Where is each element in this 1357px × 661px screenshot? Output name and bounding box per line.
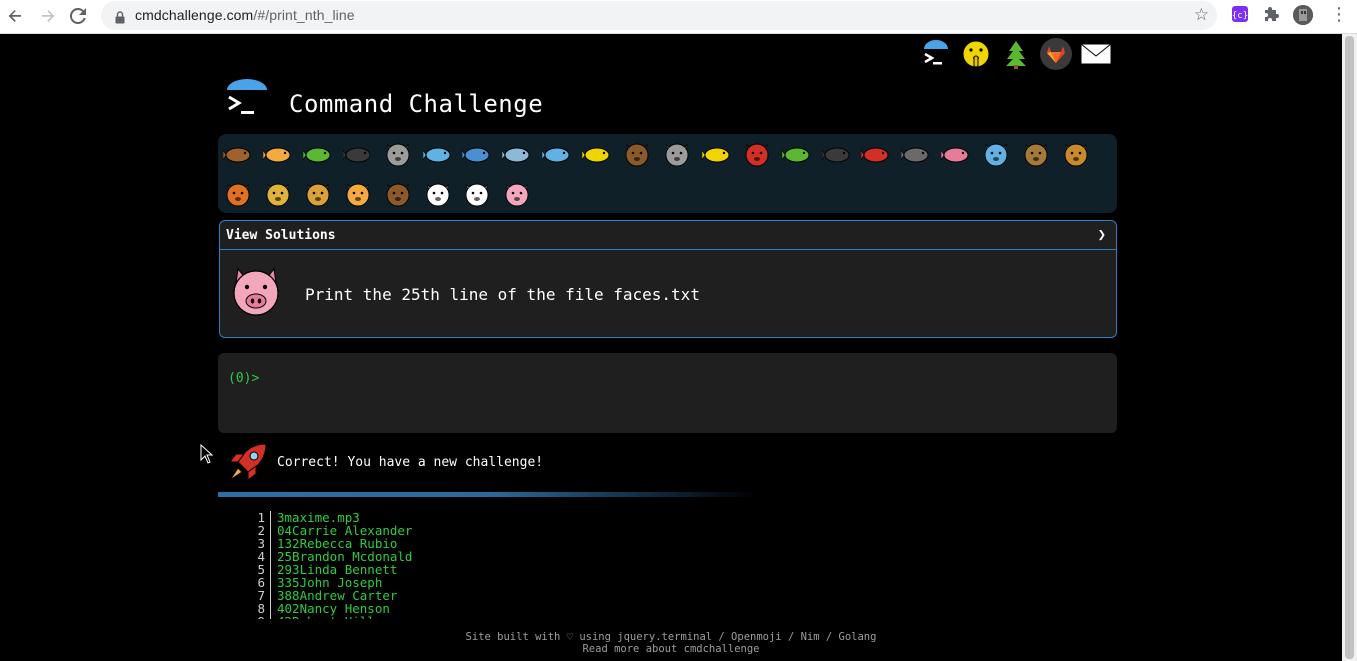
url-path: /#/print_nth_line xyxy=(253,7,355,23)
footer-about-link[interactable]: Read more about cmdchallenge xyxy=(0,643,1342,655)
mail-icon[interactable] xyxy=(1080,38,1112,70)
ladybug-icon[interactable] xyxy=(740,137,774,171)
tropical-fish-icon[interactable] xyxy=(580,137,614,171)
unicorn-icon[interactable] xyxy=(421,177,455,211)
dolphin-icon[interactable] xyxy=(500,137,534,171)
rocket-icon xyxy=(226,442,268,484)
terminal-prompt: (0)> xyxy=(228,371,260,386)
microbe-icon[interactable] xyxy=(979,137,1013,171)
header-links xyxy=(920,38,1112,70)
fox-icon[interactable] xyxy=(221,177,255,211)
back-arrow-icon[interactable] xyxy=(3,4,27,28)
forward-arrow-icon[interactable] xyxy=(36,4,60,28)
ant-icon[interactable] xyxy=(341,137,375,171)
scrollbar-thumb[interactable] xyxy=(1345,36,1354,659)
dog-icon[interactable] xyxy=(1059,137,1093,171)
line-number: 9 xyxy=(246,615,271,619)
extension-icon[interactable]: {c} xyxy=(1232,6,1248,22)
output-line: 942Robert Hill xyxy=(246,615,646,619)
challenge-description: Print the 25th line of the file faces.tx… xyxy=(305,285,700,304)
lion-icon[interactable] xyxy=(301,177,335,211)
lizard-icon[interactable] xyxy=(780,137,814,171)
page-content: Command Challenge View Solutions ❯ Print… xyxy=(0,34,1342,661)
terminal-icon[interactable] xyxy=(920,38,952,70)
profile-avatar[interactable] xyxy=(1293,5,1313,25)
footer-credits: Site built with ♡ using jquery.terminal … xyxy=(465,631,877,643)
puzzle-extensions-icon[interactable] xyxy=(1264,6,1280,22)
fish-icon[interactable] xyxy=(540,137,574,171)
caterpillar-icon[interactable] xyxy=(301,137,335,171)
chevron-right-icon: ❯ xyxy=(1097,227,1106,243)
url-host: cmdchallenge.com xyxy=(135,7,254,23)
bee-icon[interactable] xyxy=(700,137,734,171)
command-output: 1 3maxime.mp3 2 04Carrie Alexander 3 132Rebec… xyxy=(246,511,646,619)
shushing-face-icon[interactable] xyxy=(960,38,992,70)
wolf-icon[interactable] xyxy=(660,137,694,171)
view-solutions-toggle[interactable]: View Solutions ❯ xyxy=(220,221,1116,250)
otter-icon[interactable] xyxy=(620,137,654,171)
reload-icon[interactable] xyxy=(66,4,90,28)
gitlab-icon[interactable] xyxy=(1040,38,1072,70)
monkey-icon[interactable] xyxy=(1019,137,1053,171)
pig-icon[interactable] xyxy=(500,177,534,211)
worm-icon[interactable] xyxy=(939,137,973,171)
result-message: Correct! You have a new challenge! xyxy=(277,455,544,470)
cow-icon[interactable] xyxy=(460,177,494,211)
svg-text:{c}: {c} xyxy=(1232,11,1248,21)
cat-icon[interactable] xyxy=(261,177,295,211)
tiger-icon[interactable] xyxy=(341,177,375,211)
pig-icon xyxy=(226,261,286,321)
address-bar[interactable]: cmdchallenge.com/#/print_nth_line ☆ xyxy=(101,1,1217,30)
challenge-progress-bar xyxy=(218,134,1117,213)
browser-toolbar: cmdchallenge.com/#/print_nth_line ☆ {c} … xyxy=(0,0,1357,34)
page-scrollbar[interactable] xyxy=(1342,34,1357,661)
footer: Site built with ♡ using jquery.terminal … xyxy=(0,631,1342,655)
result-divider xyxy=(218,492,758,497)
butterfly-icon[interactable] xyxy=(261,137,295,171)
lock-icon xyxy=(115,9,125,28)
terminal[interactable]: (0)> xyxy=(218,353,1117,433)
browser-menu-icon[interactable]: ⋮ xyxy=(1330,4,1348,25)
site-logo-icon xyxy=(226,78,270,122)
challenge-panel: View Solutions ❯ Print the 25th line of … xyxy=(219,220,1117,338)
shark-icon[interactable] xyxy=(460,137,494,171)
site-title: Command Challenge xyxy=(289,90,544,118)
view-solutions-label: View Solutions xyxy=(226,228,336,243)
scorpion-icon[interactable] xyxy=(859,137,893,171)
bookmark-star-icon[interactable]: ☆ xyxy=(1194,5,1209,25)
spider-icon[interactable] xyxy=(820,137,854,171)
url-text: cmdchallenge.com/#/print_nth_line xyxy=(135,7,355,23)
snail-icon[interactable] xyxy=(221,137,255,171)
horse-icon[interactable] xyxy=(381,177,415,211)
spider-web-icon[interactable] xyxy=(381,137,415,171)
whale-icon[interactable] xyxy=(421,137,455,171)
tree-icon[interactable] xyxy=(1000,38,1032,70)
fly-icon[interactable] xyxy=(899,137,933,171)
line-text: 42Robert Hill xyxy=(271,615,375,619)
mouse-cursor-icon xyxy=(200,443,214,468)
